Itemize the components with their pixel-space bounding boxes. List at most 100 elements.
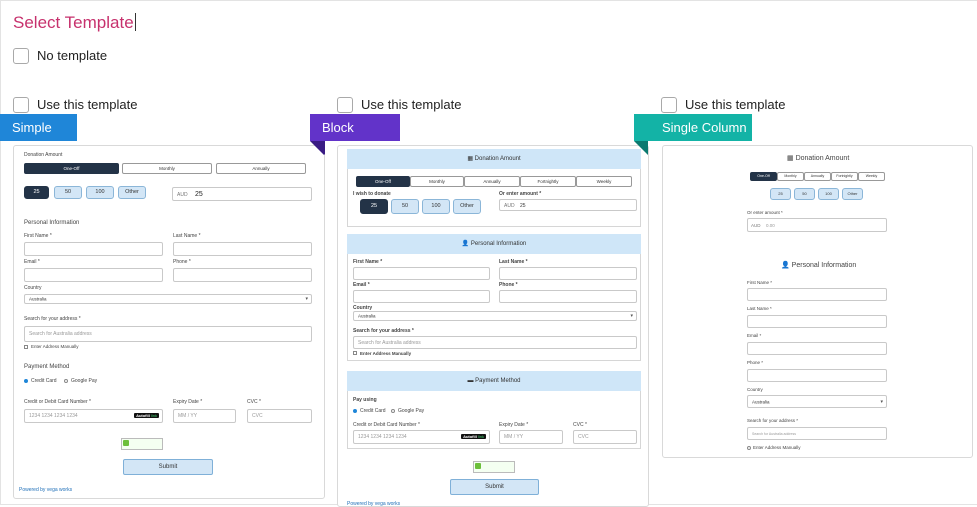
amount-25[interactable]: 25 [24,186,49,199]
amount-100[interactable]: 100 [422,199,450,214]
last-name-label: Last Name * [499,259,528,265]
credit-card-label: Credit Card [31,378,57,384]
donation-amount-header: ▦ Donation Amount [347,149,641,169]
use-template-label-simple: Use this template [37,97,138,112]
pay-using-label: Pay using [353,397,377,403]
phone-input[interactable] [747,369,887,382]
email-input[interactable] [353,290,490,303]
amount-100[interactable]: 100 [818,188,839,200]
last-name-input[interactable] [499,267,637,280]
search-address-input[interactable]: Search for Australia address [747,427,887,440]
credit-card-radio[interactable] [24,379,28,383]
email-label: Email * [24,259,40,265]
amount-50[interactable]: 50 [391,199,419,214]
amount-input[interactable]: AUD 0.00 [747,218,887,232]
expiry-label: Expiry Date * [173,399,203,405]
frequency-weekly[interactable]: Weekly [576,176,632,187]
amount-100[interactable]: 100 [86,186,114,199]
template-ribbon-block: Block [310,114,400,141]
text-cursor [134,13,136,31]
first-name-input[interactable] [353,267,490,280]
template-preview-single-column[interactable]: ▦ Donation Amount One-Off Monthly Annual… [662,145,973,458]
card-number-input[interactable]: 1234 1234 1234 1234 Autofill link [353,430,490,444]
expiry-input[interactable]: MM / YY [499,430,563,444]
search-address-input[interactable]: Search for Australia address [353,336,637,349]
country-label: Country [747,387,763,392]
frequency-one-off[interactable]: One-Off [356,176,410,187]
chevron-down-icon: ▾ [630,313,633,319]
email-input[interactable] [747,342,887,355]
search-address-label: Search for your address * [24,316,81,322]
cvc-label: CVC * [573,422,587,428]
no-template-checkbox[interactable] [13,48,29,64]
card-number-input[interactable]: 1234 1234 1234 1234 Autofill link [24,409,163,423]
submit-button[interactable]: Submit [450,479,539,495]
frequency-monthly[interactable]: Monthly [122,163,212,174]
autofill-link-button[interactable]: Autofill link [134,413,159,418]
ribbon-fold-simple [311,141,325,155]
enter-manually-label: Enter Address Manually [31,344,79,349]
google-pay-label: Google Pay [398,408,425,414]
expiry-label: Expiry Date * [499,422,529,428]
frequency-fortnightly[interactable]: Fortnightly [831,172,858,181]
donation-amount-heading: Donation Amount [24,152,63,158]
enter-manually-checkbox[interactable] [353,351,357,355]
amount-other[interactable]: Other [118,186,146,199]
user-icon: 👤 [781,262,792,269]
frequency-one-off[interactable]: One-Off [24,163,119,174]
email-input[interactable] [24,268,163,282]
autofill-link-button[interactable]: Autofill link [461,434,486,439]
donation-amount-heading: ▦ Donation Amount [787,155,850,162]
use-template-checkbox-single-column[interactable] [661,97,677,113]
amount-other[interactable]: Other [453,199,481,214]
submit-button[interactable]: Submit [123,459,213,475]
frequency-annually[interactable]: Annually [464,176,520,187]
amount-input[interactable]: AUD 25 [499,199,637,211]
amount-50[interactable]: 50 [794,188,815,200]
country-select[interactable]: Australia ▾ [747,395,887,408]
phone-input[interactable] [173,268,312,282]
last-name-input[interactable] [173,242,312,256]
payment-method-header: ▬ Payment Method [347,371,641,391]
cvc-input[interactable]: CVC [573,430,637,444]
amount-25[interactable]: 25 [360,199,388,214]
amount-input[interactable]: AUD 25 [172,187,312,201]
page-title: Select Template [13,13,136,32]
powered-by-link[interactable]: Powered by vega works [347,501,400,506]
personal-info-heading: Personal Information [24,220,80,226]
credit-card-radio[interactable] [353,409,357,413]
frequency-weekly[interactable]: Weekly [858,172,885,181]
google-pay-radio[interactable] [64,379,68,383]
powered-by-link[interactable]: Powered by vega works [19,487,72,493]
expiry-input[interactable]: MM / YY [173,409,236,423]
frequency-monthly[interactable]: Monthly [410,176,464,187]
last-name-input[interactable] [747,315,887,328]
amount-25[interactable]: 25 [770,188,791,200]
country-select[interactable]: Australia ▾ [353,311,637,321]
chevron-down-icon: ▾ [880,398,883,405]
search-address-label: Search for your address * [747,418,799,423]
first-name-input[interactable] [24,242,163,256]
enter-manually-checkbox[interactable] [747,446,751,450]
frequency-annually[interactable]: Annually [804,172,831,181]
search-address-input[interactable]: Search for Australia address [24,326,312,342]
amount-50[interactable]: 50 [54,186,82,199]
use-template-checkbox-simple[interactable] [13,97,29,113]
country-select[interactable]: Australia ▾ [24,294,312,304]
frequency-annually[interactable]: Annually [216,163,306,174]
google-pay-radio[interactable] [391,409,395,413]
amount-value: 25 [195,191,203,198]
template-preview-simple[interactable]: Donation Amount One-Off Monthly Annually… [13,145,325,499]
frequency-fortnightly[interactable]: Fortnightly [520,176,576,187]
first-name-input[interactable] [747,288,887,301]
template-preview-block[interactable]: ▦ Donation Amount One-Off Monthly Annual… [337,145,649,507]
phone-input[interactable] [499,290,637,303]
frequency-one-off[interactable]: One-Off [750,172,777,181]
frequency-monthly[interactable]: Monthly [777,172,804,181]
last-name-label: Last Name * [747,306,772,311]
amount-other[interactable]: Other [842,188,863,200]
enter-manually-checkbox[interactable] [24,345,28,349]
use-template-checkbox-block[interactable] [337,97,353,113]
cvc-input[interactable]: CVC [247,409,312,423]
no-template-label: No template [37,48,108,63]
